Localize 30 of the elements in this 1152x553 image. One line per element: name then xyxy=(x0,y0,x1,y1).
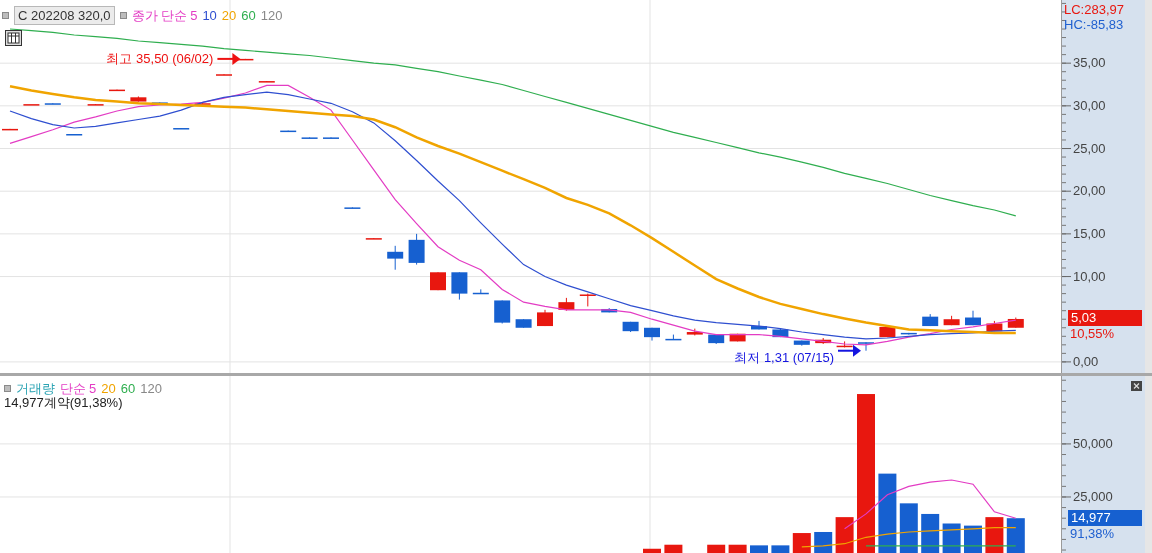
hc-label: HC:-85,83 xyxy=(1064,18,1124,31)
legend-label: 20 xyxy=(221,7,237,25)
lc-label: LC:283,97 xyxy=(1064,3,1124,16)
legend-label: 종가 단순 xyxy=(131,7,188,25)
volume-tag: 14,977 xyxy=(1068,510,1142,527)
legend-label: 120 xyxy=(260,7,283,25)
annotation-label: 최저 1,31 (07/15) xyxy=(734,350,834,364)
legend-label: 60 xyxy=(120,380,136,397)
legend-label: 단순 xyxy=(60,380,86,397)
axis-label: 30,00 xyxy=(1073,98,1106,112)
axis-label: 0,00 xyxy=(1073,354,1099,368)
axis-label: 15,00 xyxy=(1073,226,1106,240)
legend-label: 120 xyxy=(140,380,162,398)
panel-title: 거래량 xyxy=(16,380,55,397)
legend-label: 60 xyxy=(241,7,256,25)
axis-label: 25,000 xyxy=(1073,489,1113,503)
axis-label: 35,00 xyxy=(1073,56,1106,70)
axis-label: 20,00 xyxy=(1073,184,1106,198)
axis-label: 50,000 xyxy=(1073,436,1113,450)
annotation-label: 최고 35,50 (06/02) xyxy=(106,51,214,65)
price-tag: 5,03 xyxy=(1068,309,1142,326)
axis-label: 10,00 xyxy=(1073,269,1106,283)
axis-label: 25,00 xyxy=(1073,141,1106,155)
ratio-label: 91,38% xyxy=(1070,527,1115,541)
legend-label: 5 xyxy=(89,380,97,397)
volume-summary: 14,977계약(91,38%) xyxy=(4,396,123,409)
legend-label: 20 xyxy=(101,380,116,397)
legend-label: 10 xyxy=(202,7,217,25)
change-label: 10,55% xyxy=(1070,326,1115,340)
legend-label: 5 xyxy=(190,7,198,25)
